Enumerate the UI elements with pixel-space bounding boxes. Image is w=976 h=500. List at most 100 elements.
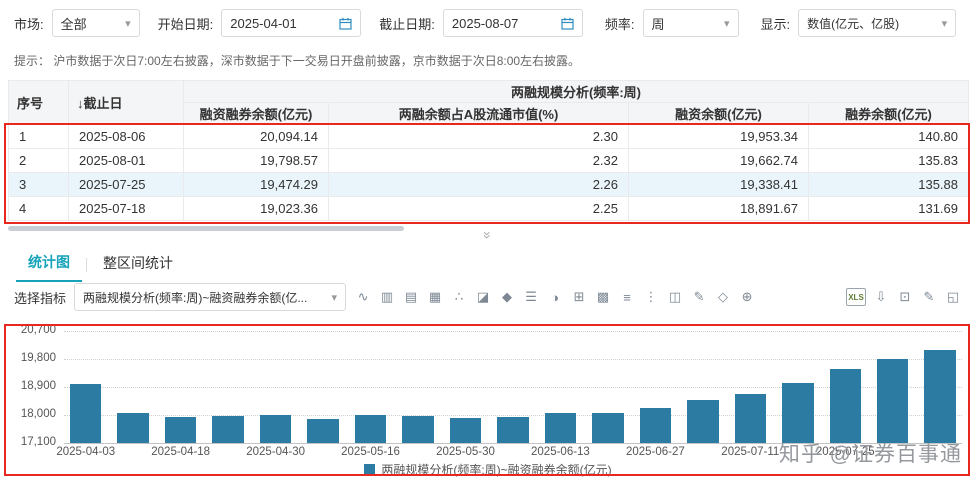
chevron-down-icon: ▾ xyxy=(941,17,948,30)
column-header-securities[interactable]: 融券余额(亿元) xyxy=(808,102,969,125)
table-cell: 135.88 xyxy=(808,172,969,197)
zoom-icon[interactable]: ⊕ xyxy=(738,288,756,306)
table-cell: 2025-07-25 xyxy=(68,172,184,197)
table-row[interactable]: 2 2025-08-01 19,798.57 2.32 19,662.74 135.83 xyxy=(8,148,969,173)
layout-icon[interactable]: ◫ xyxy=(666,288,684,306)
chevron-down-icon: ▾ xyxy=(125,17,131,30)
grouped-bar-chart-icon[interactable]: ▦ xyxy=(426,288,444,306)
xls-export-icon[interactable]: XLS xyxy=(846,288,866,306)
grid-icon[interactable]: ▩ xyxy=(594,288,612,306)
x-slot xyxy=(782,446,813,461)
bar[interactable] xyxy=(70,384,102,443)
table-cell: 2 xyxy=(8,148,69,173)
download-icon[interactable]: ⇩ xyxy=(872,288,890,306)
tab-interval-statistics[interactable]: 整区间统计 xyxy=(91,249,185,281)
bar[interactable] xyxy=(354,415,387,443)
table-cell: 131.69 xyxy=(808,196,969,221)
indicator-select[interactable]: 两融规模分析(频率:周)~融资融券余额(亿... ▾ xyxy=(74,283,347,311)
bar-chart-icon[interactable]: ▥ xyxy=(378,288,396,306)
x-slot: 2025-04-18 xyxy=(151,446,210,461)
end-date-label: 截止日期: xyxy=(379,16,435,32)
disclosure-hint: 提示： 沪市数据于次日7:00左右披露，深市数据于下一交易日开盘前披露，京市数据… xyxy=(14,54,581,68)
frequency-label: 频率: xyxy=(604,16,635,32)
bar[interactable] xyxy=(687,400,719,443)
fullscreen-icon[interactable]: ◱ xyxy=(944,288,962,306)
scatter-chart-icon[interactable]: ∴ xyxy=(450,288,468,306)
column-header-date[interactable]: ↓截止日 xyxy=(68,80,184,125)
group-header: 两融规模分析(频率:周) xyxy=(183,80,969,103)
bar[interactable] xyxy=(544,413,577,443)
area-chart-icon[interactable]: ◪ xyxy=(474,288,492,306)
end-date-input[interactable]: 2025-08-07 xyxy=(442,9,583,37)
column-header-pct[interactable]: 两融余额占A股流通市值(%) xyxy=(328,102,629,125)
edit-chart-icon[interactable]: ✎ xyxy=(690,288,708,306)
bar[interactable] xyxy=(117,413,149,443)
bar[interactable] xyxy=(639,407,672,443)
line-chart-icon[interactable]: ∿ xyxy=(354,288,372,306)
edit-icon[interactable]: ✎ xyxy=(920,288,938,306)
bar[interactable] xyxy=(876,359,909,443)
list-icon[interactable]: ≡ xyxy=(618,288,636,306)
bar[interactable] xyxy=(259,415,292,443)
bar[interactable] xyxy=(782,383,814,443)
table-cell: 19,662.74 xyxy=(628,148,809,173)
style-icon[interactable]: ◇ xyxy=(714,288,732,306)
table-cell: 18,891.67 xyxy=(628,196,809,221)
collapse-expander-icon[interactable]: » xyxy=(480,231,496,239)
table-cell: 1 xyxy=(8,124,69,149)
display-select[interactable]: 数值(亿元、亿股) ▾ xyxy=(798,9,957,37)
bar[interactable] xyxy=(307,419,339,443)
stacked-bar-chart-icon[interactable]: ▤ xyxy=(402,288,420,306)
x-slot: 2025-06-13 xyxy=(531,446,590,461)
x-slot xyxy=(402,446,433,461)
tab-statistics-chart[interactable]: 统计图 xyxy=(16,248,82,282)
copy-icon[interactable]: ⊡ xyxy=(896,288,914,306)
chart-toolbar-left: ∿ ▥ ▤ ▦ ∴ ◪ ◆ ☰ ◑ ⊞ ▩ ≡ ⋮ ◫ ✎ ◇ ⊕ xyxy=(354,288,756,306)
table-cell: 19,798.57 xyxy=(183,148,329,173)
bar[interactable] xyxy=(402,416,434,443)
start-date-input[interactable]: 2025-04-01 xyxy=(221,9,362,37)
bar[interactable] xyxy=(924,349,956,443)
bar[interactable] xyxy=(829,369,861,443)
bar[interactable] xyxy=(734,393,767,443)
table-row[interactable]: 1 2025-08-06 20,094.14 2.30 19,953.34 140.80 xyxy=(8,124,969,149)
x-axis-label: 2025-06-13 xyxy=(531,446,590,458)
bar[interactable] xyxy=(592,412,624,443)
x-slot: 2025-04-03 xyxy=(56,446,115,461)
table-row[interactable]: 4 2025-07-18 19,023.36 2.25 18,891.67 131.69 xyxy=(8,196,969,221)
table-cell: 2.26 xyxy=(328,172,629,197)
more-list-icon[interactable]: ⋮ xyxy=(642,288,660,306)
bar-slot xyxy=(259,331,292,443)
table-row[interactable]: 3 2025-07-25 19,474.29 2.26 19,338.41 135.88 xyxy=(8,172,969,197)
candlestick-chart-icon[interactable]: ◆ xyxy=(498,288,516,306)
bar[interactable] xyxy=(212,415,244,443)
x-slot xyxy=(212,446,243,461)
x-axis-label: 2025-04-18 xyxy=(151,446,211,458)
legend-swatch xyxy=(364,464,376,475)
x-slot xyxy=(687,446,718,461)
start-date-value: 2025-04-01 xyxy=(230,15,297,31)
chevron-down-icon: ▾ xyxy=(331,291,338,304)
bar-slot xyxy=(782,331,814,443)
table-cell: 19,953.34 xyxy=(628,124,809,149)
x-slot: 2025-04-30 xyxy=(246,446,305,461)
filter-bar: 市场: 全部 ▾ 开始日期: 2025-04-01 截止日期: 2025-08-… xyxy=(0,0,976,46)
bar[interactable] xyxy=(449,417,482,443)
frequency-select[interactable]: 周 ▾ xyxy=(642,9,739,37)
chart: 20,700 19,800 18,900 18,000 17,100 2025-… xyxy=(0,317,976,458)
pie-chart-icon[interactable]: ◑ xyxy=(546,288,564,306)
chart-controls: 选择指标 两融规模分析(频率:周)~融资融券余额(亿... ▾ ∿ ▥ ▤ ▦ ∴ ◪ ◆ ☰… xyxy=(0,281,976,313)
chart-toolbar-right: XLS ⇩ ⊡ ✎ ◱ xyxy=(846,288,962,306)
start-date-label: 开始日期: xyxy=(157,16,214,32)
column-header-index[interactable]: 序号 xyxy=(8,80,69,125)
column-header-financing[interactable]: 融资余额(亿元) xyxy=(628,102,809,125)
x-axis-label: 2025-04-30 xyxy=(246,446,306,458)
column-header-balance[interactable]: 融资融券余额(亿元) xyxy=(183,102,329,125)
bar[interactable] xyxy=(497,416,529,443)
table-cell: 20,094.14 xyxy=(183,124,329,149)
market-select[interactable]: 全部 ▾ xyxy=(51,9,140,37)
bar[interactable] xyxy=(164,416,197,443)
hbar-chart-icon[interactable]: ☰ xyxy=(522,288,540,306)
table-view-icon[interactable]: ⊞ xyxy=(570,288,588,306)
horizontal-scrollbar[interactable] xyxy=(8,226,404,231)
